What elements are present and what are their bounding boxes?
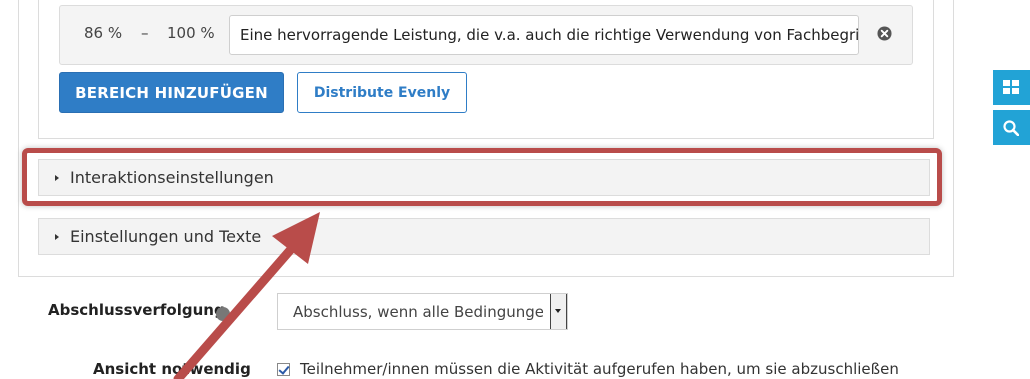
side-search-button[interactable] (993, 110, 1030, 145)
search-icon (1003, 120, 1019, 136)
side-grid-button[interactable] (993, 70, 1030, 105)
annotation-arrow (173, 212, 320, 379)
grid-icon (1003, 80, 1019, 94)
